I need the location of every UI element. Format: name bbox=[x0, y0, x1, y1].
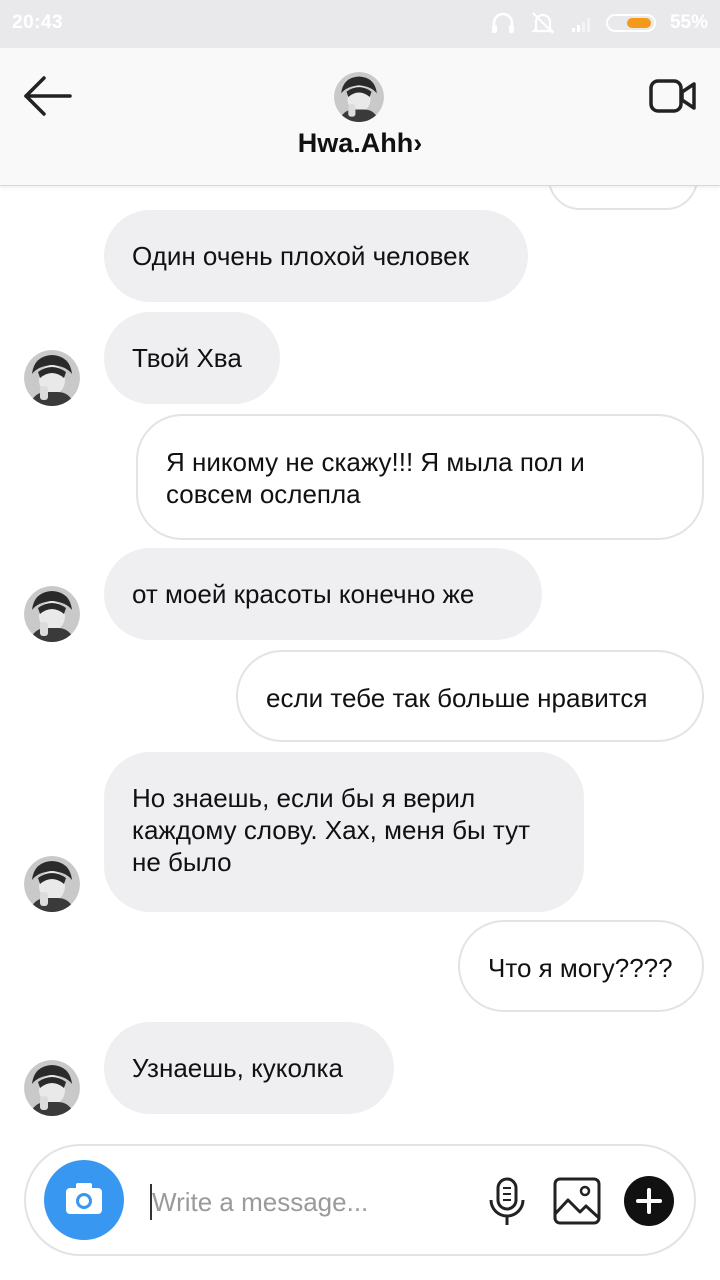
message-bubble[interactable]: Что я могу???? bbox=[458, 920, 704, 1012]
message-bubble-partial[interactable] bbox=[548, 186, 698, 210]
avatar-photo bbox=[24, 586, 80, 642]
message-text: от моей красоты конечно же bbox=[132, 579, 475, 609]
avatar-photo bbox=[24, 350, 80, 406]
bell-off-icon bbox=[531, 12, 555, 34]
message-composer bbox=[24, 1144, 696, 1256]
sender-avatar[interactable] bbox=[24, 1060, 80, 1116]
microphone-icon bbox=[489, 1177, 525, 1225]
avatar-photo bbox=[24, 856, 80, 912]
avatar-photo bbox=[24, 1060, 80, 1116]
chevron-right-icon: › bbox=[413, 128, 423, 158]
camera-icon bbox=[66, 1183, 102, 1214]
status-time: 20:43 bbox=[12, 12, 64, 33]
sender-avatar[interactable] bbox=[24, 350, 80, 406]
message-text: Один очень плохой человек bbox=[132, 241, 469, 271]
back-button[interactable] bbox=[20, 74, 76, 118]
message-bubble[interactable]: Твой Хва bbox=[104, 312, 280, 404]
status-icons: 55% bbox=[490, 10, 708, 36]
message-bubble[interactable]: если тебе так больше нравится bbox=[236, 650, 704, 742]
message-bubble[interactable]: Один очень плохой человек bbox=[104, 210, 528, 302]
camera-button[interactable] bbox=[44, 1160, 124, 1240]
message-text: Узнаешь, куколка bbox=[132, 1053, 343, 1083]
message-text: Что я могу???? bbox=[488, 953, 673, 983]
image-icon bbox=[553, 1177, 601, 1225]
contact-avatar[interactable] bbox=[334, 72, 384, 122]
sender-avatar[interactable] bbox=[24, 586, 80, 642]
message-bubble[interactable]: от моей красоты конечно же bbox=[104, 548, 542, 640]
message-text: если тебе так больше нравится bbox=[266, 683, 648, 713]
more-actions-button[interactable] bbox=[624, 1176, 674, 1226]
gallery-button[interactable] bbox=[552, 1176, 602, 1226]
video-camera-icon bbox=[649, 79, 696, 113]
message-input[interactable] bbox=[152, 1182, 472, 1222]
message-bubble[interactable]: Узнаешь, куколка bbox=[104, 1022, 394, 1114]
message-text: Но знаешь, если бы я верил каждому слову… bbox=[132, 783, 530, 877]
contact-name-label: Hwa.Ahh bbox=[297, 128, 414, 158]
plus-icon bbox=[636, 1188, 662, 1214]
message-text: Я никому не скажу!!! Я мыла пол и совсем… bbox=[166, 447, 585, 509]
video-call-button[interactable] bbox=[648, 76, 698, 116]
headphones-icon bbox=[491, 12, 514, 33]
contact-name[interactable]: Hwa.Ahh› bbox=[0, 128, 720, 159]
message-bubble[interactable]: Я никому не скажу!!! Я мыла пол и совсем… bbox=[136, 414, 704, 540]
message-list[interactable]: Один очень плохой человек Твой Хва Я ник… bbox=[0, 186, 720, 1136]
message-bubble[interactable]: Но знаешь, если бы я верил каждому слову… bbox=[104, 752, 584, 912]
signal-icon bbox=[571, 18, 590, 32]
battery-icon bbox=[605, 14, 656, 32]
message-text: Твой Хва bbox=[132, 343, 242, 373]
avatar-photo bbox=[334, 72, 384, 122]
arrow-left-icon bbox=[24, 76, 72, 116]
voice-message-button[interactable] bbox=[486, 1176, 528, 1228]
status-bar: 20:43 55% bbox=[0, 0, 720, 48]
battery-percent: 55% bbox=[669, 12, 708, 33]
chat-header: Hwa.Ahh› bbox=[0, 48, 720, 186]
sender-avatar[interactable] bbox=[24, 856, 80, 912]
